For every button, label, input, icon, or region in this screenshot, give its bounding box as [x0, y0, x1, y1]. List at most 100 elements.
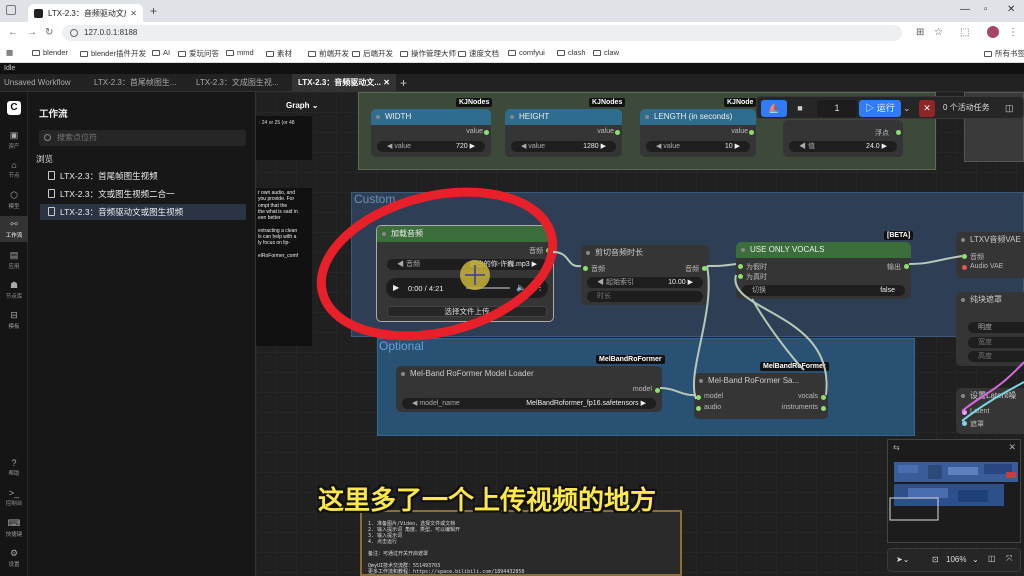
bookmark-item[interactable]: 素材 [266, 48, 292, 59]
browser-tab[interactable]: LTX-2.3：音频驱动文成图生视频 ✕ [28, 4, 143, 22]
bookmark-item[interactable]: blender插件开发 [80, 48, 146, 59]
run-options-chevron-icon[interactable]: ⌄ [903, 100, 913, 117]
sidebar-title: 工作流 [39, 109, 68, 120]
tab-search-icon[interactable] [6, 5, 16, 15]
run-button[interactable]: ▷ 运行 [859, 100, 901, 117]
bookmark-item[interactable]: comfyui [508, 48, 545, 57]
active-tasks[interactable]: 0 个活动任务 [943, 102, 990, 113]
maximize-icon[interactable]: ▫ [984, 4, 988, 15]
bookmark-item[interactable]: blender [32, 48, 68, 57]
tab-unsaved[interactable]: Unsaved Workflow [4, 74, 71, 92]
minimap[interactable]: ⇆ ✕ [887, 439, 1021, 543]
batch-count-stepper[interactable]: 1 [817, 100, 857, 117]
zoom-level[interactable]: 106% [946, 555, 966, 564]
tab-ltx-text-image[interactable]: LTX-2.3：文成图生视... [196, 74, 279, 92]
instruction-note[interactable]: 1. 准备图片/Video，选择文件或文档 2. 输入提示词 角度、类型、可以编… [360, 510, 682, 576]
rail-models[interactable]: ⬡ 模型 [0, 190, 28, 210]
folder-icon [557, 49, 565, 56]
graph-breadcrumb[interactable]: Graph ⌄ [286, 101, 319, 110]
rail-node-library[interactable]: ☗ 节点库 [0, 280, 28, 300]
rail-workflows-label: 工作流 [5, 233, 23, 239]
workflow-item[interactable]: LTX-2.3：首尾帧图生视频 [40, 168, 246, 184]
comfyui-logo[interactable]: C [7, 101, 21, 115]
folder-icon [400, 50, 408, 57]
rail-node-library-label: 节点库 [5, 294, 23, 300]
comfyui-favicon-icon [34, 8, 43, 18]
workflow-icon: ⚯ [10, 219, 18, 229]
bookmark-item[interactable]: claw [593, 48, 619, 57]
all-bookmarks[interactable]: 所有书签 [984, 48, 1024, 59]
bookmark-star-icon[interactable]: ☆ [934, 27, 943, 38]
tab-ltx-first-last[interactable]: LTX-2.3：首尾帧图生... [94, 74, 177, 92]
close-tab-icon[interactable]: ✕ [130, 9, 137, 18]
workflow-search-input[interactable]: 搜索点位符 [39, 130, 246, 146]
cube-icon: ⬡ [10, 190, 18, 200]
back-icon[interactable]: ← [8, 27, 18, 38]
bookmark-label: blender插件开发 [91, 49, 147, 58]
stop-icon[interactable]: ■ [793, 100, 807, 117]
rail-nodes-label: 节点 [8, 173, 20, 179]
profile-avatar[interactable] [987, 26, 999, 38]
bookmark-label: mmd [237, 48, 254, 57]
close-window-icon[interactable]: ✕ [1007, 4, 1015, 15]
tab-ltx-audio-driven[interactable]: LTX-2.3：音频驱动文... ✕ [292, 74, 396, 92]
queue-mode-icon[interactable]: ⛵ [761, 100, 787, 117]
bookmark-label: 爱玩问答 [189, 49, 219, 58]
bookmark-label: blender [43, 48, 69, 57]
bookmark-item[interactable]: 后端开发 [352, 48, 393, 59]
new-workflow-icon[interactable]: + [400, 74, 407, 92]
bookmark-item[interactable]: clash [557, 48, 586, 57]
workflow-item-selected[interactable]: LTX-2.3：音频驱动文或图生视频 [40, 204, 246, 220]
rail-console[interactable]: >_ 控制台 [0, 488, 28, 507]
rail-settings[interactable]: ⚙ 设置 [0, 548, 28, 568]
site-info-icon[interactable] [70, 29, 78, 37]
library-icon: ☗ [9, 280, 19, 290]
fit-view-icon[interactable]: ⊡ [932, 555, 939, 564]
note-line: 4. 点击运行 [368, 539, 398, 545]
rail-apps[interactable]: ▤ 应用 [0, 250, 28, 270]
panel-toggle-icon[interactable]: ◫ [1005, 100, 1014, 117]
icon-rail: ▣ 资产 ⌂ 节点 ⬡ 模型 ⚯ 工作流 ▤ 应用 ☗ 节点库 ⊟ 模板 ? 帮助 >_ 控制台 … [0, 92, 28, 576]
bookmark-item[interactable]: 爱玩问答 [178, 48, 219, 59]
url-input[interactable]: 127.0.0.1:8188 [62, 25, 902, 41]
clear-queue-button[interactable]: ✕ [919, 100, 935, 117]
search-placeholder: 搜索点位符 [57, 133, 97, 142]
rail-assets-label: 资产 [8, 144, 20, 150]
bookmark-item[interactable]: AI [152, 48, 170, 57]
minimap-toggle-icon[interactable]: ◫ [988, 554, 996, 563]
rail-help[interactable]: ? 帮助 [0, 458, 28, 477]
zoom-chevron-icon[interactable]: ⌄ [972, 555, 979, 564]
menu-icon[interactable]: ⋮ [1008, 27, 1018, 38]
translate-icon[interactable]: ⊞ [916, 27, 924, 38]
new-tab-icon[interactable]: + [150, 4, 157, 18]
apps-icon[interactable]: ▦ [6, 48, 13, 57]
folder-icon [508, 49, 516, 56]
close-tab-icon[interactable]: ✕ [383, 78, 390, 87]
extensions-icon[interactable]: ⬚ [960, 27, 969, 38]
workflow-item[interactable]: LTX-2.3：文或图生视频二合一 [40, 186, 246, 202]
link [908, 255, 963, 265]
rail-assets[interactable]: ▣ 资产 [0, 130, 28, 150]
link [734, 274, 828, 396]
bookmark-label: clash [568, 48, 586, 57]
rail-settings-label: 设置 [8, 562, 20, 568]
workflow-tabs: Unsaved Workflow LTX-2.3：首尾帧图生... LTX-2.… [0, 74, 1024, 92]
rail-workflows[interactable]: ⚯ 工作流 [0, 216, 28, 242]
bookmark-item[interactable]: 速度文档 [458, 48, 499, 59]
forward-icon[interactable]: → [27, 27, 37, 38]
batch-count-value: 1 [834, 103, 840, 113]
rail-nodes[interactable]: ⌂ 节点 [0, 160, 28, 179]
link [552, 251, 582, 268]
gear-icon: ⚙ [9, 548, 19, 558]
pointer-icon[interactable]: ➤⌄ [896, 555, 909, 564]
bookmark-item[interactable]: 前端开发 [308, 48, 349, 59]
tab-ltx-audio-label: LTX-2.3：音频驱动文... [298, 78, 381, 87]
rail-templates[interactable]: ⊟ 模板 [0, 310, 28, 330]
rail-shortcuts[interactable]: ⌨ 快捷键 [0, 518, 28, 538]
link-visibility-icon[interactable]: ⤧ [1006, 554, 1012, 564]
bookmark-item[interactable]: mmd [226, 48, 254, 57]
bookmark-item[interactable]: 操作管理大师 [400, 48, 456, 59]
workflow-item-label: LTX-2.3：首尾帧图生视频 [60, 171, 158, 181]
reload-icon[interactable]: ↻ [45, 27, 53, 38]
minimize-icon[interactable]: — [960, 4, 970, 15]
